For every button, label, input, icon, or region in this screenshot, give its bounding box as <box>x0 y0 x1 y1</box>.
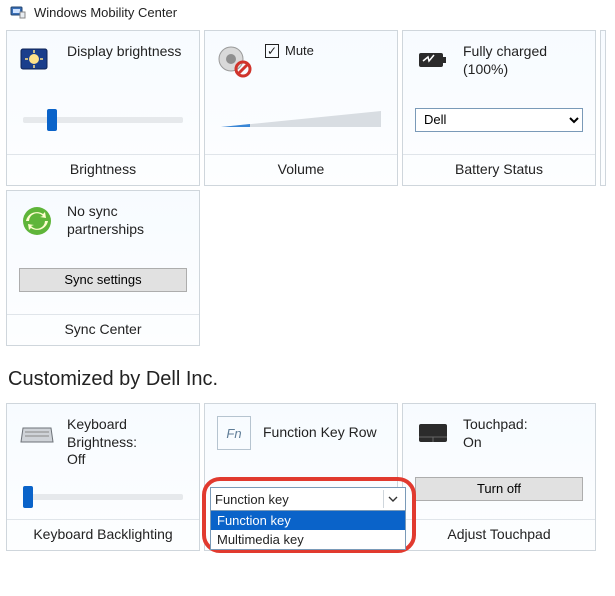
tile-volume: ✓ Mute Volume <box>204 30 398 186</box>
keyboard-icon <box>19 416 55 452</box>
fn-selected-value: Function key <box>215 492 289 507</box>
brightness-icon <box>19 43 55 79</box>
fn-option-function-key[interactable]: Function key <box>211 511 405 530</box>
sync-label: No sync partnerships <box>67 203 189 238</box>
mute-label: Mute <box>285 43 314 58</box>
volume-muted-icon <box>217 43 253 79</box>
tile-sync: No sync partnerships Sync settings Sync … <box>6 190 200 346</box>
volume-footer: Volume <box>205 154 397 185</box>
sync-footer: Sync Center <box>7 314 199 345</box>
tiles-row-2: Keyboard Brightness: Off Keyboard Backli… <box>0 403 615 551</box>
sync-settings-button[interactable]: Sync settings <box>19 268 187 292</box>
kb-brightness-slider[interactable] <box>23 494 183 500</box>
mobility-center-icon <box>10 4 26 20</box>
tile-stub <box>600 30 606 186</box>
kb-label: Keyboard Brightness: Off <box>67 416 137 469</box>
titlebar: Windows Mobility Center <box>0 0 615 30</box>
touchpad-toggle-button[interactable]: Turn off <box>415 477 583 501</box>
mute-checkbox[interactable]: ✓ Mute <box>265 43 314 58</box>
brightness-footer: Brightness <box>7 154 199 185</box>
chevron-down-icon[interactable] <box>383 490 401 508</box>
touchpad-label: Touchpad: On <box>463 416 528 451</box>
fn-icon: Fn <box>217 416 251 450</box>
tile-battery: Fully charged (100%) Dell Battery Status <box>402 30 596 186</box>
battery-line1: Fully charged <box>463 43 547 61</box>
window-title: Windows Mobility Center <box>34 5 177 20</box>
touchpad-footer: Adjust Touchpad <box>403 519 595 550</box>
brightness-slider[interactable] <box>23 117 183 123</box>
tile-touchpad: Touchpad: On Turn off Adjust Touchpad <box>402 403 596 551</box>
fn-label: Function Key Row <box>263 424 377 442</box>
touchpad-icon <box>415 416 451 452</box>
check-icon: ✓ <box>265 44 279 58</box>
tile-keyboard-backlight: Keyboard Brightness: Off Keyboard Backli… <box>6 403 200 551</box>
volume-slider[interactable] <box>221 109 381 131</box>
battery-status-text: Fully charged (100%) <box>463 43 547 78</box>
sync-icon <box>19 203 55 239</box>
kb-footer: Keyboard Backlighting <box>7 519 199 550</box>
tile-brightness: Display brightness Brightness <box>6 30 200 186</box>
power-plan-select[interactable]: Dell <box>415 108 583 132</box>
battery-line2: (100%) <box>463 61 547 79</box>
fn-mode-select[interactable]: Function key Function key Multimedia key <box>210 487 406 550</box>
tiles-row-1: Display brightness Brightness ✓ Mute <box>0 30 615 346</box>
fn-option-multimedia-key[interactable]: Multimedia key <box>211 530 405 549</box>
battery-icon <box>415 43 451 79</box>
brightness-label: Display brightness <box>67 43 181 61</box>
oem-section-title: Customized by Dell Inc. <box>0 346 615 403</box>
battery-footer: Battery Status <box>403 154 595 185</box>
